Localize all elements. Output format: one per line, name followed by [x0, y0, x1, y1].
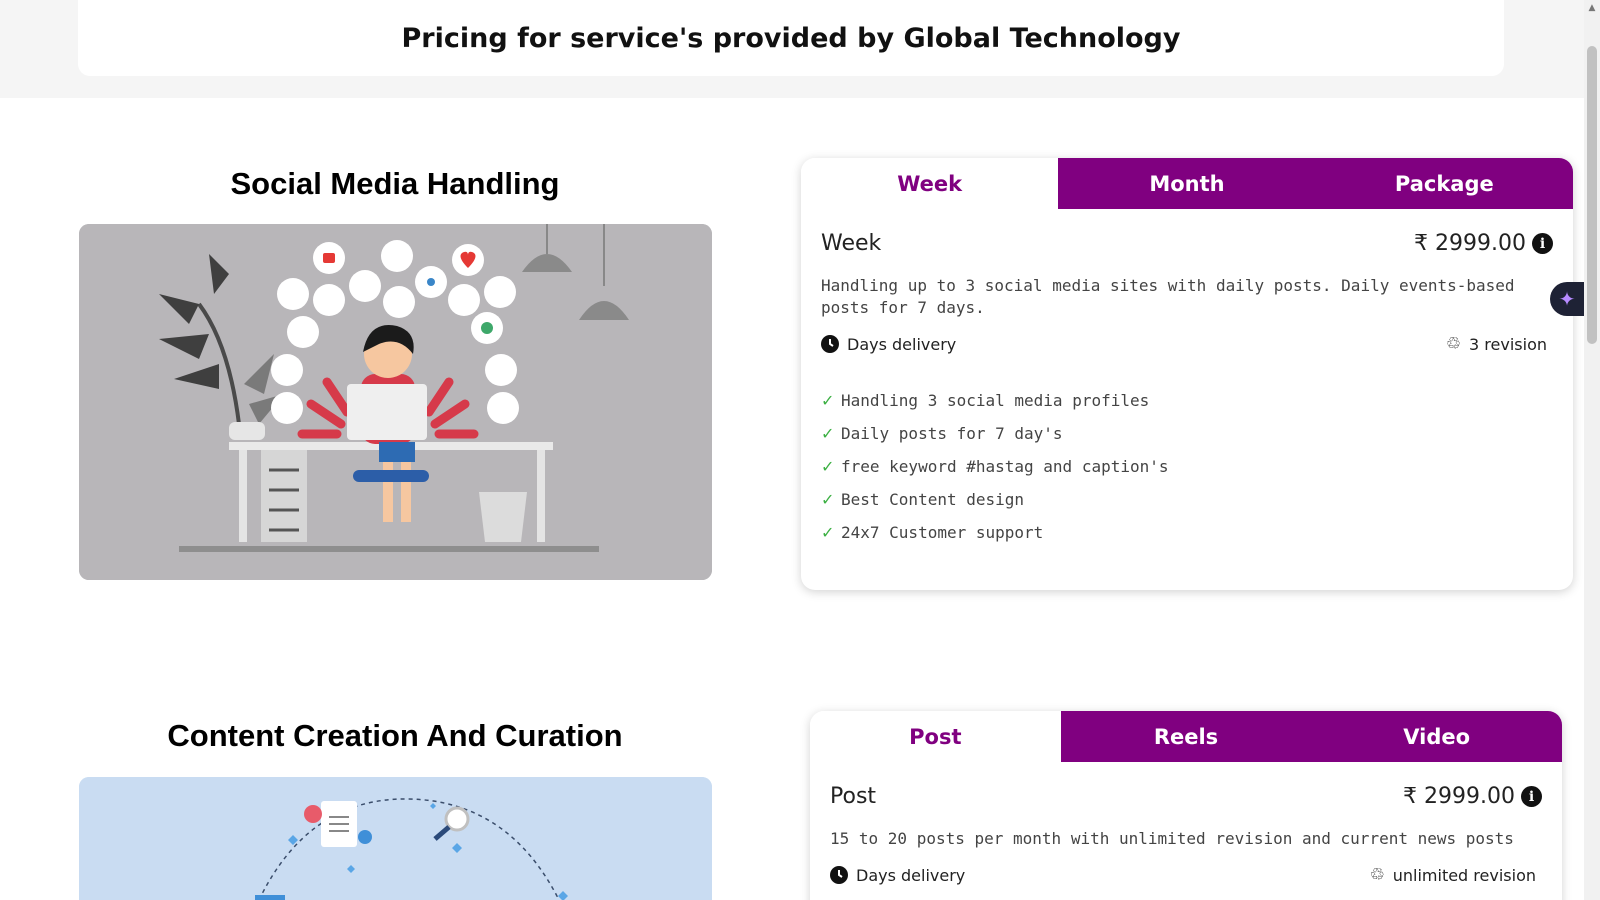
page-title: Pricing for service's provided by Global…: [401, 22, 1181, 54]
list-item: ✓ Best Content design: [821, 483, 1553, 516]
feature-list: ✓ Handling 3 social media profiles ✓ Daily…: [801, 384, 1573, 549]
pricing-card-social-media: Week Month Package Week ₹ 2999.00 i Hand…: [801, 158, 1573, 590]
info-icon[interactable]: i: [1521, 786, 1542, 807]
scrollbar[interactable]: ▲: [1584, 0, 1600, 900]
tab-package[interactable]: Package: [1315, 158, 1573, 209]
revision-label: unlimited revision: [1392, 865, 1536, 885]
clock-icon: [830, 866, 848, 884]
check-icon: ✓: [821, 523, 835, 542]
feature-text: 24x7 Customer support: [841, 523, 1044, 542]
price-value: ₹ 2999.00: [1414, 231, 1526, 256]
plan-description: 15 to 20 posts per month with unlimited …: [830, 829, 1514, 848]
tab-week[interactable]: Week: [801, 158, 1059, 209]
tab-month[interactable]: Month: [1058, 158, 1316, 209]
check-icon: ✓: [821, 424, 835, 443]
scroll-thumb[interactable]: [1587, 46, 1597, 344]
section-title-social-media: Social Media Handling: [230, 166, 560, 201]
check-icon: ✓: [821, 457, 835, 476]
revision-info: ♲ unlimited revision: [1369, 865, 1536, 885]
list-item: ✓ free keyword #hastag and caption's: [821, 450, 1553, 483]
recycle-icon: ♲: [1369, 865, 1385, 885]
plan-name: Week: [821, 231, 882, 256]
feature-text: Best Content design: [841, 490, 1025, 509]
title-card: Pricing for service's provided by Global…: [78, 0, 1504, 76]
plan-tabs: Post Reels Video: [810, 711, 1562, 762]
content-creation-illustration: [79, 777, 712, 900]
price: ₹ 2999.00 i: [1414, 231, 1553, 256]
recycle-icon: ♲: [1445, 334, 1462, 354]
clock-icon: [821, 335, 839, 353]
revision-label: 3 revision: [1469, 334, 1547, 354]
pricing-card-content-creation: Post Reels Video Post ₹ 2999.00 i 15 to …: [810, 711, 1562, 900]
plan-header: Week ₹ 2999.00 i: [801, 231, 1573, 256]
info-icon[interactable]: i: [1532, 233, 1553, 254]
price: ₹ 2999.00 i: [1403, 784, 1542, 809]
check-icon: ✓: [821, 391, 835, 410]
section-title-content-creation: Content Creation And Curation: [167, 718, 623, 753]
plan-header: Post ₹ 2999.00 i: [810, 784, 1562, 809]
feature-text: Daily posts for 7 day's: [841, 424, 1063, 443]
feature-text: Handling 3 social media profiles: [841, 391, 1150, 410]
plan-tabs: Week Month Package: [801, 158, 1573, 209]
scroll-up-arrow-icon[interactable]: ▲: [1584, 0, 1600, 16]
tab-video[interactable]: Video: [1311, 711, 1562, 762]
list-item: ✓ 24x7 Customer support: [821, 516, 1553, 549]
revision-info: ♲ 3 revision: [1446, 334, 1547, 354]
price-value: ₹ 2999.00: [1403, 784, 1515, 809]
check-icon: ✓: [821, 490, 835, 509]
delivery-label: Days delivery: [847, 334, 957, 354]
list-item: ✓ Daily posts for 7 day's: [821, 417, 1553, 450]
feature-text: free keyword #hastag and caption's: [841, 457, 1169, 476]
plan-name: Post: [830, 784, 877, 809]
delivery-info: Days delivery: [830, 866, 965, 885]
delivery-label: Days delivery: [856, 865, 966, 885]
tab-post[interactable]: Post: [810, 711, 1061, 762]
delivery-info: Days delivery: [821, 335, 956, 354]
assistant-button[interactable]: ✦: [1550, 282, 1584, 316]
social-media-illustration: [79, 224, 712, 580]
plan-description: Handling up to 3 social media sites with…: [821, 276, 1515, 317]
plan-meta: Days delivery ♲ unlimited revision: [810, 865, 1562, 885]
plan-meta: Days delivery ♲ 3 revision: [801, 334, 1573, 354]
tab-reels[interactable]: Reels: [1060, 711, 1312, 762]
sparkle-icon: ✦: [1558, 287, 1576, 311]
list-item: ✓ Handling 3 social media profiles: [821, 384, 1553, 417]
